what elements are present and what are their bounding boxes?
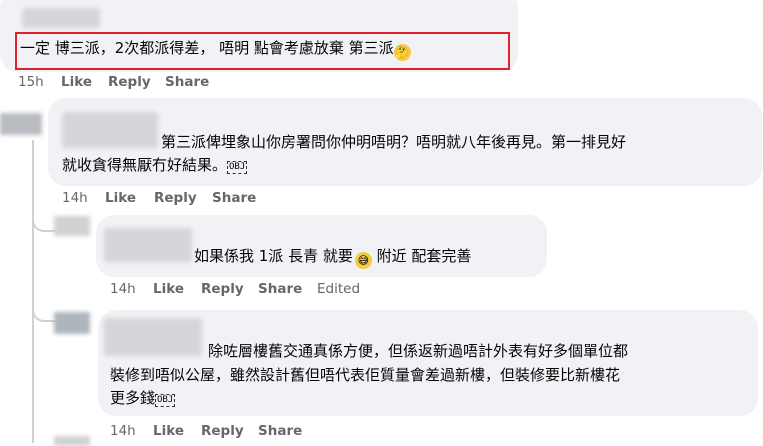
reply-button[interactable]: Reply [108, 74, 151, 90]
comment-text-3: 如果係我 1派 長青 就要 😅 附近 配套完善 [194, 246, 471, 269]
timestamp[interactable]: 14h [110, 423, 136, 439]
comment-actions-3: 14h Like Reply Share Edited [110, 281, 410, 299]
comment-text-4-line1: 除咗層樓舊交通真係方便，但係返新過唔計外表有好多個單位都 [208, 342, 629, 360]
like-button[interactable]: Like [61, 74, 92, 90]
comment-text-4-line3-body: 更多錢 [110, 389, 156, 407]
comment-text-3-body-tail: 附近 配套完善 [371, 247, 472, 265]
reply-button[interactable]: Reply [201, 423, 244, 439]
object-replacement-icon: OBJ [155, 394, 176, 407]
like-button[interactable]: Like [153, 281, 184, 297]
comment-text-2-line2-body: 就收貪得無厭冇好結果。 [62, 156, 228, 174]
share-button[interactable]: Share [212, 190, 256, 206]
edited-label: Edited [317, 281, 361, 297]
timestamp[interactable]: 14h [62, 190, 88, 206]
comment-actions-2: 14h Like Reply Share [62, 190, 362, 208]
comment-actions-4: 14h Like Reply Share [110, 423, 410, 441]
grinning-sweat-face-icon: 😅 [354, 252, 372, 269]
comment-text-3-body: 如果係我 1派 長青 就要 [194, 247, 353, 265]
comment-text-2-line1: 第三派俾埋象山你房署問你仲明唔明？唔明就八年後再見。第一排見好 [161, 133, 627, 151]
thread-connector [32, 210, 56, 232]
avatar [0, 113, 42, 135]
reply-button[interactable]: Reply [201, 281, 244, 297]
share-button[interactable]: Share [258, 281, 302, 297]
share-button[interactable]: Share [165, 74, 209, 90]
thread-line [32, 140, 34, 443]
thinking-face-icon: 🤔 [393, 44, 411, 61]
comment-text-1-body: 一定 博三派，2次都派得差， 唔明 點會考慮放棄 第三派 [20, 39, 394, 57]
commenter-name-redacted [22, 8, 100, 28]
reply-button[interactable]: Reply [154, 190, 197, 206]
share-button[interactable]: Share [258, 423, 302, 439]
comment-text-4-line2: 裝修到唔似公屋，雖然設計舊但唔代表佢質量會差過新樓，但裝修要比新樓花 [110, 366, 621, 384]
comment-text-2-line2: 就收貪得無厭冇好結果。 OBJ [62, 155, 248, 176]
comment-text-4-line3: 更多錢 OBJ [110, 388, 176, 409]
comment-actions-1: 15h Like Reply Share [18, 74, 318, 92]
timestamp[interactable]: 15h [18, 74, 44, 90]
commenter-name-redacted [104, 318, 202, 356]
thread-connector [32, 300, 56, 322]
timestamp[interactable]: 14h [110, 281, 136, 297]
avatar [54, 436, 90, 446]
commenter-name-redacted [62, 112, 158, 148]
commenter-name-redacted [104, 228, 192, 262]
object-replacement-icon: OBJ [227, 161, 248, 174]
avatar [54, 312, 90, 334]
avatar [54, 216, 90, 236]
like-button[interactable]: Like [105, 190, 136, 206]
comment-text-1: 一定 博三派，2次都派得差， 唔明 點會考慮放棄 第三派 🤔 [20, 38, 411, 61]
like-button[interactable]: Like [153, 423, 184, 439]
